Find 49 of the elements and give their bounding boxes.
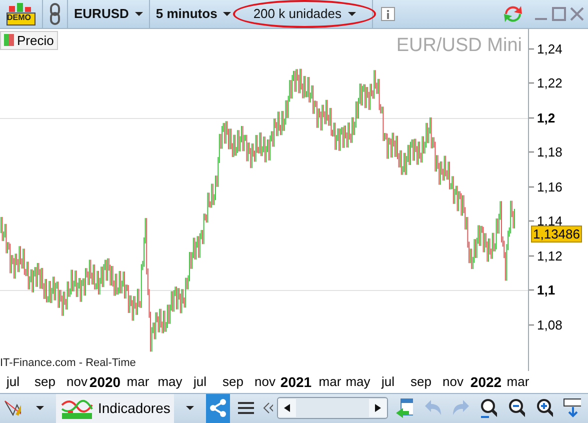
legend-swatch-icon [4,34,14,46]
date-axis-label: may [346,374,370,389]
date-axis-label: 2022 [470,374,502,390]
share-button[interactable] [206,394,230,423]
price-tick-label: 1,12 [529,248,562,264]
price-tick-label: 1,24 [529,41,562,56]
date-axis-label: nov [442,374,464,389]
date-axis-label: nov [254,374,276,389]
maximize-icon[interactable] [552,6,566,21]
data-source-label: IT-Finance.com - Real-Time [0,356,136,369]
interval-dropdown[interactable]: 5 minutos [156,6,232,22]
link-icon[interactable] [49,2,61,25]
rewind-icon[interactable] [262,402,273,414]
date-axis-label: mar [126,374,150,389]
refresh-icon[interactable] [502,4,524,24]
current-price-label: 1,13486 [531,225,582,242]
price-tick-label: 1,22 [529,76,562,91]
price-tick-label: 1,08 [529,317,562,332]
scroll-left-button[interactable] [278,399,296,418]
date-axis-label: may [158,374,182,389]
close-icon[interactable] [570,6,584,21]
date-axis-label: sep [410,374,432,389]
date-axis-label: jul [194,374,206,389]
date-axis-label: sep [222,374,244,389]
price-tick-label: 1,2 [529,110,556,126]
date-axis-label: jul [6,374,20,389]
date-axis-label: sep [34,374,56,389]
info-icon[interactable] [380,6,394,21]
price-legend: Precio [0,30,58,50]
symbol-dropdown[interactable]: EURUSD [74,6,143,22]
date-axis-label: nov [66,374,88,389]
date-axis-label: 2020 [89,374,121,390]
demo-badge-icon [6,2,36,26]
price-tick-label: 1,16 [529,179,562,194]
indicator-lines-icon [60,397,94,420]
date-axis-label: jul [382,374,394,389]
left-arrow-icon [284,404,290,412]
units-dropdown[interactable]: 200 k unidades [253,6,356,22]
scroll-bar[interactable] [276,397,388,420]
date-axis-label: mar [318,374,342,389]
demo-label: DEMO [7,13,31,22]
indicators-button[interactable]: Indicadores [56,394,174,423]
date-axis-label: mar [506,374,530,389]
price-tick-label: 1,18 [529,144,562,160]
scroll-right-button[interactable] [369,399,387,418]
date-axis-label: 2021 [280,374,312,390]
chart-title: EUR/USD Mini [396,34,522,57]
price-tick-label: 1,1 [529,282,556,298]
right-arrow-icon [375,404,381,412]
